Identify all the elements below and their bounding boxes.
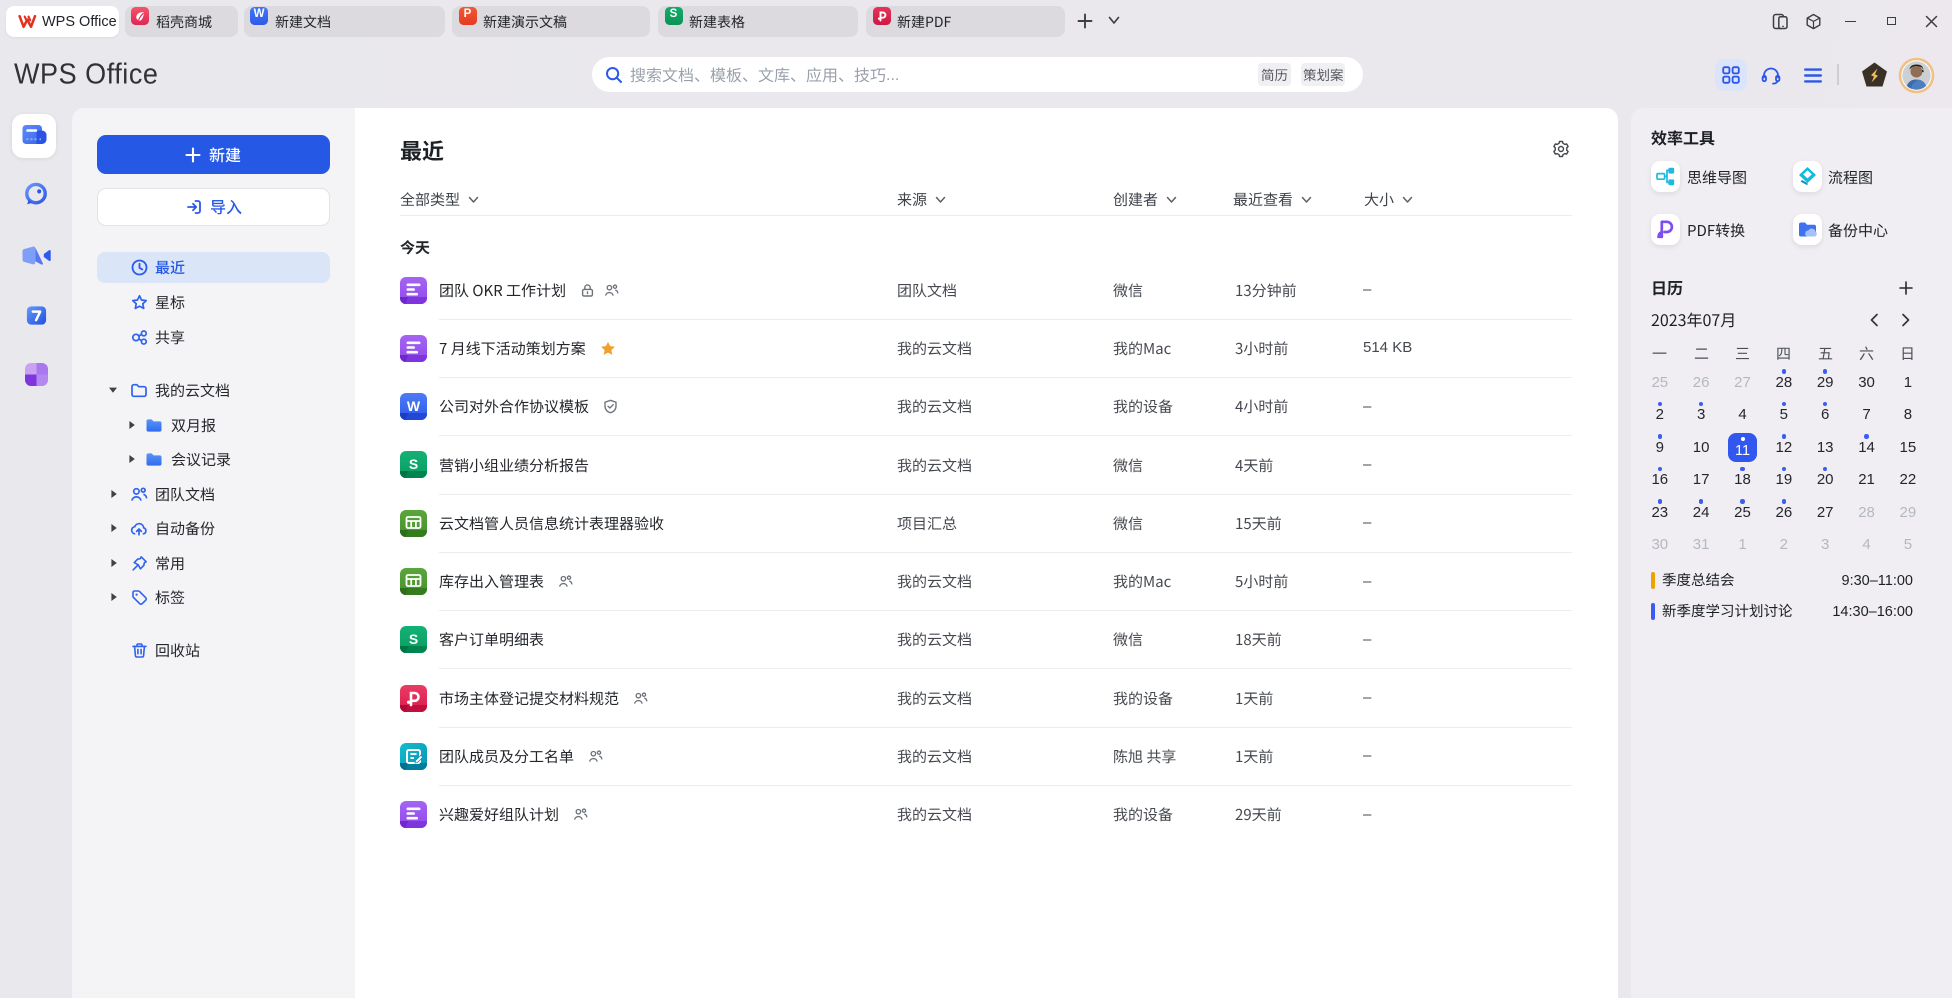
- svg-text:W: W: [406, 398, 420, 414]
- svg-text:S: S: [408, 457, 417, 473]
- svg-text:S: S: [408, 631, 417, 647]
